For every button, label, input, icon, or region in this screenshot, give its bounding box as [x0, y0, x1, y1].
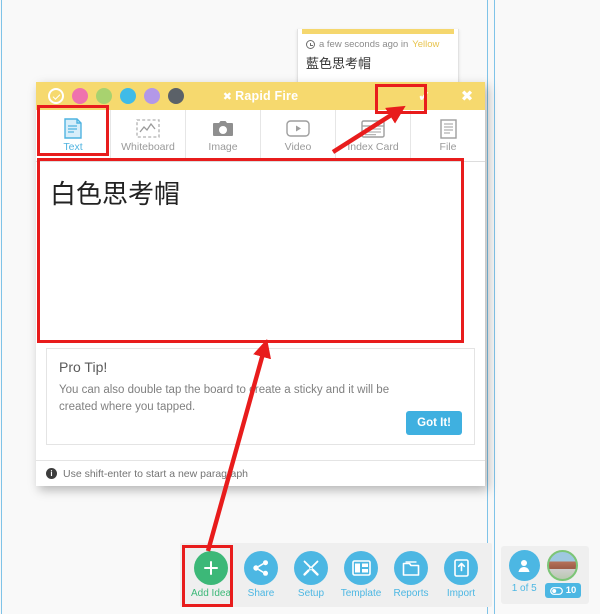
avatar — [547, 550, 579, 581]
guide-line-left — [1, 0, 2, 614]
color-dot-blue[interactable] — [120, 88, 136, 104]
share-button[interactable]: Share — [236, 551, 286, 599]
color-picker — [36, 88, 184, 104]
sticky-note-meta: a few seconds ago in Yellow — [298, 34, 458, 50]
dialog-footer: i Use shift-enter to start a new paragra… — [36, 460, 485, 486]
reports-icon — [394, 551, 428, 585]
share-label: Share — [247, 588, 275, 599]
import-label: Import — [446, 588, 476, 599]
user-count-label: 1 of 5 — [511, 583, 537, 594]
tab-whiteboard-label: Whiteboard — [121, 140, 175, 153]
tab-index-card[interactable]: Index Card — [336, 110, 411, 161]
template-button[interactable]: Template — [336, 551, 386, 599]
reports-label: Reports — [393, 588, 429, 599]
color-dot-gray[interactable] — [168, 88, 184, 104]
guide-line-right-2 — [494, 0, 495, 614]
import-button[interactable]: Import — [436, 551, 486, 599]
media-type-tabs: Text Whiteboard Image Video Index Card F… — [36, 110, 485, 162]
sticky-note-color-name: Yellow — [412, 39, 440, 50]
board-surface-right — [495, 0, 600, 614]
dialog-titlebar: ✖ Rapid Fire ✔ ✖ — [36, 82, 485, 110]
text-input-area[interactable]: 白色思考帽 — [36, 162, 485, 340]
tab-file-label: File — [439, 140, 457, 153]
play-icon — [286, 118, 310, 140]
sticky-note-text: 藍色思考帽 — [306, 57, 372, 72]
setup-button[interactable]: Setup — [286, 551, 336, 599]
color-dot-green[interactable] — [96, 88, 112, 104]
tab-image[interactable]: Image — [186, 110, 261, 161]
eye-icon — [549, 586, 563, 595]
plus-icon — [194, 551, 228, 585]
file-icon — [439, 118, 457, 140]
color-dot-pink[interactable] — [72, 88, 88, 104]
confirm-button[interactable]: ✔ — [399, 82, 449, 110]
import-icon — [444, 551, 478, 585]
guide-line-right-1 — [487, 0, 488, 614]
tab-whiteboard[interactable]: Whiteboard — [111, 110, 186, 161]
pro-tip-panel: Pro Tip! You can also double tap the boa… — [46, 348, 475, 445]
view-badge-count: 10 — [565, 585, 577, 596]
tab-file[interactable]: File — [411, 110, 485, 161]
whiteboard-icon — [136, 118, 160, 140]
pro-tip-body: You can also double tap the board to cre… — [59, 384, 390, 414]
text-input-value: 白色思考帽 — [50, 180, 181, 210]
template-label: Template — [340, 588, 382, 599]
add-idea-button[interactable]: Add Idea — [186, 551, 236, 599]
setup-label: Setup — [297, 588, 325, 599]
template-icon — [344, 551, 378, 585]
tools-icon — [294, 551, 328, 585]
dialog-title-label: Rapid Fire — [235, 89, 299, 103]
rapid-fire-icon: ✖ — [222, 91, 233, 103]
user-icon — [508, 550, 540, 581]
clock-icon — [306, 40, 315, 49]
color-dot-purple[interactable] — [144, 88, 160, 104]
tab-text-label: Text — [63, 140, 83, 153]
rapid-fire-dialog: ✖ Rapid Fire ✔ ✖ Text Whiteboard Image V… — [36, 82, 485, 486]
share-icon — [244, 551, 278, 585]
got-it-button[interactable]: Got It! — [406, 411, 462, 435]
sticky-note-timestamp: a few seconds ago in — [319, 39, 409, 50]
pro-tip-title: Pro Tip! — [59, 359, 108, 375]
tab-index-card-label: Index Card — [347, 140, 399, 153]
tab-video-label: Video — [284, 140, 312, 153]
tab-video[interactable]: Video — [261, 110, 336, 161]
info-icon: i — [46, 468, 57, 479]
dialog-footer-hint: Use shift-enter to start a new paragraph — [63, 467, 249, 480]
view-count-group[interactable]: 10 — [544, 550, 582, 598]
camera-icon — [212, 118, 234, 140]
text-document-icon — [63, 118, 83, 140]
sticky-note-card[interactable]: a few seconds ago in Yellow 藍色思考帽 — [297, 29, 459, 85]
close-button[interactable]: ✖ — [449, 82, 485, 110]
color-dot-selected-check-icon[interactable] — [48, 88, 64, 104]
user-count-group[interactable]: 1 of 5 — [508, 550, 540, 594]
add-idea-label: Add Idea — [190, 588, 232, 599]
bottom-toolbar: Add Idea Share Setup Template Reports Im… — [180, 543, 492, 607]
index-card-icon — [361, 118, 385, 140]
view-badge[interactable]: 10 — [544, 583, 582, 598]
reports-button[interactable]: Reports — [386, 551, 436, 599]
tab-text[interactable]: Text — [36, 110, 111, 161]
status-widget: 1 of 5 10 — [501, 546, 589, 604]
tab-image-label: Image — [208, 140, 238, 153]
dialog-title-actions: ✔ ✖ — [399, 82, 485, 110]
